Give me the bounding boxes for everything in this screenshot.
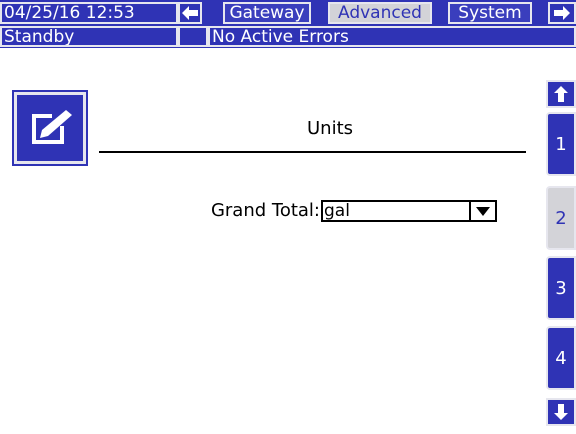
title-divider: [99, 151, 526, 153]
status-errors: No Active Errors: [208, 26, 576, 47]
screen-title: Units: [306, 118, 354, 139]
tab-prev-button[interactable]: [178, 2, 202, 24]
up-arrow-icon: [554, 86, 568, 102]
status-indicator: [178, 26, 208, 47]
page-button-3[interactable]: 3: [546, 256, 576, 320]
tab-advanced[interactable]: Advanced: [328, 2, 432, 24]
grand-total-value: gal: [324, 201, 350, 221]
right-arrow-icon: [554, 6, 570, 20]
grand-total-select[interactable]: gal: [321, 200, 497, 222]
edit-icon: [32, 110, 72, 144]
status-state: Standby: [0, 26, 178, 47]
tab-gateway[interactable]: Gateway: [223, 2, 311, 24]
edit-button[interactable]: [12, 90, 88, 166]
tab-system[interactable]: System: [448, 2, 532, 24]
page-button-1[interactable]: 1: [546, 112, 576, 176]
down-arrow-icon: [554, 404, 568, 420]
datetime-display: 04/25/16 12:53: [0, 2, 178, 24]
chevron-down-icon: [476, 206, 490, 216]
page-button-2[interactable]: 2: [546, 186, 576, 250]
page-up-button[interactable]: [546, 80, 576, 108]
left-arrow-icon: [182, 6, 198, 20]
dropdown-button[interactable]: [469, 202, 495, 220]
tab-next-button[interactable]: [548, 2, 576, 24]
page-button-4[interactable]: 4: [546, 326, 576, 390]
grand-total-label: Grand Total:: [210, 200, 320, 221]
page-down-button[interactable]: [546, 398, 576, 426]
